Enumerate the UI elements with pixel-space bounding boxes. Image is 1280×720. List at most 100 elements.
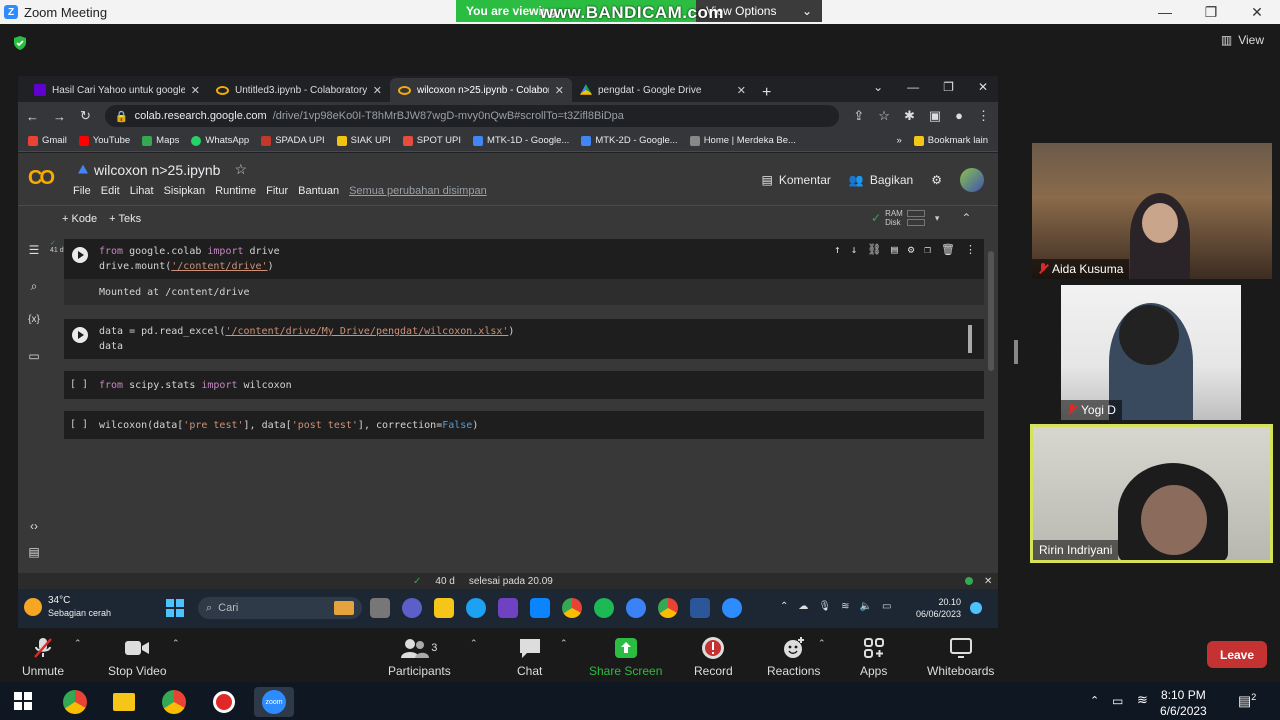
splitter-handle[interactable] [1014, 340, 1018, 364]
speaker-icon[interactable]: 🔈 [859, 601, 871, 612]
code-snippets-icon[interactable]: ‹› [26, 519, 42, 535]
bookmark-gmail[interactable]: Gmail [28, 135, 67, 146]
menu-help[interactable]: Bantuan [298, 185, 339, 197]
mirror-icon[interactable]: ❐ [924, 243, 931, 256]
run-cell-button[interactable]: [ ] [70, 379, 88, 390]
code-cell-mount[interactable]: from google.colab import drive drive.mou… [64, 239, 984, 279]
forward-icon[interactable]: → [53, 109, 66, 124]
close-tab-icon[interactable]: ✕ [555, 84, 564, 97]
chevron-up-icon[interactable]: ⌃ [780, 601, 788, 612]
chevron-down-icon[interactable]: ▾ [935, 213, 940, 224]
files-folder-icon[interactable]: ▭ [26, 349, 42, 365]
add-text-button[interactable]: + Teks [109, 213, 141, 225]
back-icon[interactable]: ← [26, 109, 39, 124]
sidebar-icon[interactable]: ▣ [929, 108, 941, 124]
code-cell-wilcoxon[interactable]: [ ] wilcoxon(data['pre test'], data['pos… [64, 411, 984, 439]
reload-icon[interactable]: ↻ [80, 108, 91, 124]
whiteboards-button[interactable]: Whiteboards [927, 636, 994, 678]
chevron-up-icon[interactable]: ⌃ [1090, 694, 1099, 707]
bookmark-whatsapp[interactable]: WhatsApp [191, 135, 249, 146]
avatar[interactable] [960, 168, 984, 192]
file-explorer-icon[interactable] [104, 687, 144, 717]
comment-icon[interactable]: ▤ [891, 243, 898, 256]
close-status-icon[interactable]: ✕ [984, 576, 992, 587]
chrome-icon[interactable] [55, 687, 95, 717]
tab-untitled3[interactable]: Untitled3.ipynb - Colaboratory ✕ [208, 78, 390, 102]
notification-icon[interactable] [970, 602, 982, 614]
menu-view[interactable]: Lihat [130, 185, 154, 197]
close-tab-icon[interactable]: ✕ [373, 84, 382, 97]
windows-start-icon[interactable] [166, 599, 184, 617]
kebab-menu-icon[interactable]: ⋮ [977, 108, 990, 124]
file-explorer-icon[interactable] [434, 598, 454, 618]
star-icon[interactable]: ☆ [234, 161, 247, 178]
tab-pengdat[interactable]: pengdat - Google Drive ✕ [572, 78, 754, 102]
browser-restore-button[interactable]: ❐ [943, 80, 954, 94]
mic-icon[interactable]: 🎙 [818, 601, 831, 612]
inner-clock[interactable]: 20.10 06/06/2023 [916, 596, 961, 620]
menu-tools[interactable]: Fitur [266, 185, 288, 197]
video-tile-ririn-active-speaker[interactable]: Ririn Indriyani [1030, 424, 1273, 563]
profile-icon[interactable]: ● [955, 108, 963, 124]
command-palette-icon[interactable]: ▤ [26, 545, 42, 561]
share-screen-button[interactable]: Share Screen [589, 636, 662, 678]
run-cell-button[interactable] [72, 247, 88, 263]
chrome-icon[interactable] [658, 598, 678, 618]
reactions-button[interactable]: Reactions [767, 636, 820, 678]
notification-icon[interactable]: ▤2 [1238, 692, 1256, 710]
battery-icon[interactable]: ▭ [1112, 694, 1123, 708]
browser-minimize-button[interactable]: — [907, 80, 919, 94]
page-scrollbar[interactable] [988, 251, 994, 371]
tab-search-icon[interactable]: ⌄ [873, 80, 883, 94]
bookmark-merdeka[interactable]: Home | Merdeka Be... [689, 135, 796, 146]
variables-icon[interactable]: {x} [26, 314, 42, 330]
settings-gear-icon[interactable]: ⚙ [931, 173, 942, 187]
participants-options-caret[interactable]: ⌃ [470, 638, 478, 649]
code-cell-import-wilcoxon[interactable]: [ ] from scipy.stats import wilcoxon [64, 371, 984, 399]
colab-logo-icon[interactable]: CO [28, 167, 55, 190]
collapse-icon[interactable]: ⌃ [961, 211, 971, 225]
close-tab-icon[interactable]: ✕ [737, 84, 746, 97]
comment-button[interactable]: ▤ Komentar [762, 173, 831, 187]
bookmark-maps[interactable]: Maps [142, 135, 179, 146]
save-status[interactable]: Semua perubahan disimpan [349, 185, 487, 197]
menu-insert[interactable]: Sisipkan [164, 185, 206, 197]
battery-icon[interactable]: ▭ [882, 601, 891, 612]
audio-options-caret[interactable]: ⌃ [74, 638, 82, 649]
spotify-icon[interactable] [594, 598, 614, 618]
reactions-options-caret[interactable]: ⌃ [818, 638, 826, 649]
settings-gear-icon[interactable]: ⚙ [908, 243, 915, 256]
code-cell-read-excel[interactable]: data = pd.read_excel('/content/drive/My … [64, 319, 984, 359]
cell-scrollbar[interactable] [968, 325, 972, 353]
browser-close-button[interactable]: ✕ [978, 80, 988, 94]
bookmark-spada[interactable]: SPADA UPI [261, 135, 325, 146]
bookmark-spot[interactable]: SPOT UPI [402, 135, 461, 146]
video-options-caret[interactable]: ⌃ [172, 638, 180, 649]
star-icon[interactable]: ☆ [878, 108, 890, 124]
network-globe-icon[interactable] [626, 598, 646, 618]
add-code-button[interactable]: + Kode [62, 213, 97, 225]
bookmark-mtk1d[interactable]: MTK-1D - Google... [472, 135, 569, 146]
view-button[interactable]: ▥ View [1221, 33, 1264, 47]
chat-button[interactable]: Chat [517, 636, 542, 678]
edge-icon[interactable] [466, 598, 486, 618]
teams-icon[interactable] [402, 598, 422, 618]
menu-file[interactable]: File [73, 185, 91, 197]
delete-icon[interactable]: 🗑 [941, 243, 955, 256]
ram-disk-indicator[interactable]: ✓ RAM Disk ▾ ⌃ [871, 208, 971, 228]
move-up-icon[interactable]: ↑ [834, 243, 841, 256]
wifi-icon[interactable]: ≋ [1137, 692, 1148, 708]
chat-options-caret[interactable]: ⌃ [560, 638, 568, 649]
notebook-title[interactable]: wilcoxon n>25.ipynb ☆ [78, 161, 247, 178]
stop-video-button[interactable]: Stop Video [108, 636, 167, 678]
task-view-icon[interactable] [370, 598, 390, 618]
extensions-icon[interactable]: ✱ [904, 108, 915, 124]
search-icon[interactable]: ⌕ [26, 279, 42, 295]
bookmark-siak[interactable]: SIAK UPI [336, 135, 391, 146]
cloud-icon[interactable]: ☁ [798, 601, 808, 612]
zoom-icon[interactable] [722, 598, 742, 618]
video-tile-aida[interactable]: Aida Kusuma [1032, 143, 1272, 279]
run-cell-button[interactable] [72, 327, 88, 343]
windows-start-icon[interactable] [14, 692, 32, 710]
close-tab-icon[interactable]: ✕ [191, 84, 200, 97]
